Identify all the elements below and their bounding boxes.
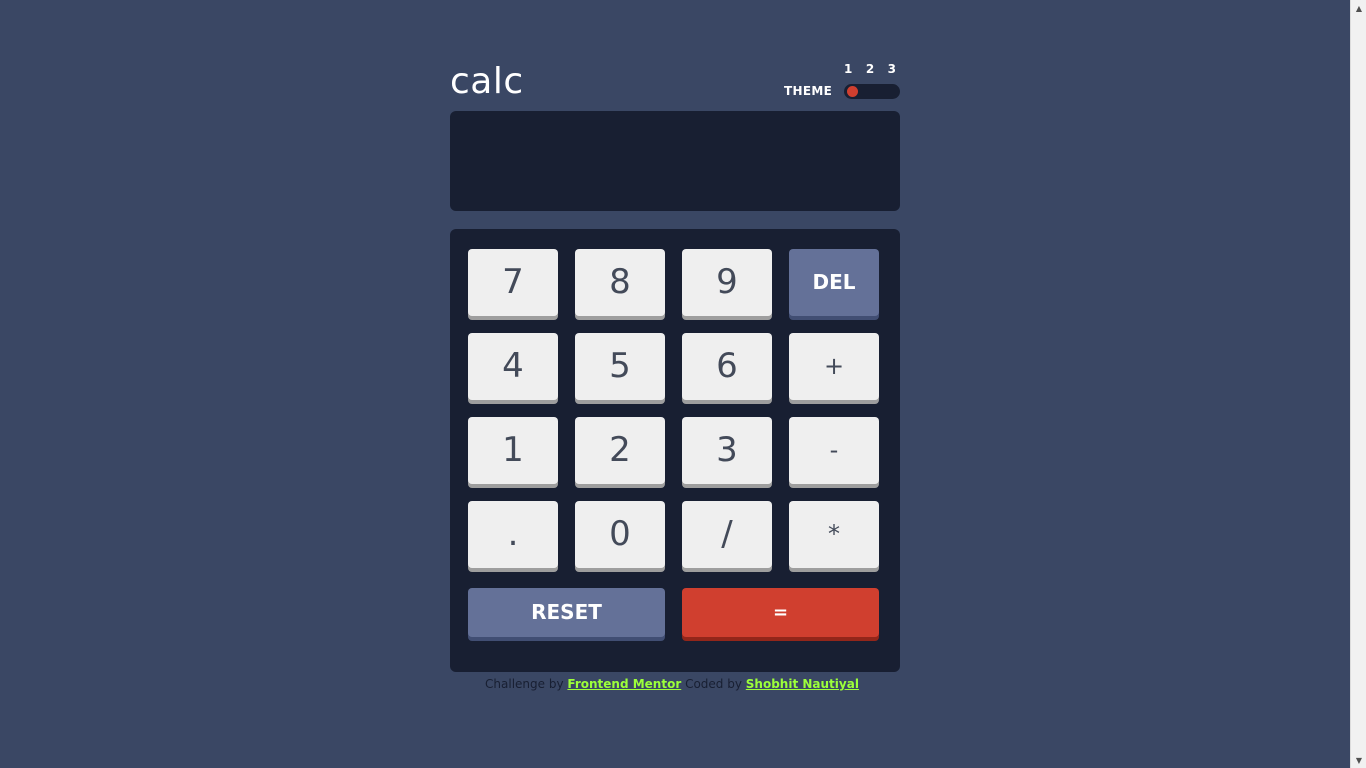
subtract-button[interactable]: - — [789, 417, 879, 484]
keypad: 7 8 9 DEL 4 5 6 + 1 2 3 - . 0 / * RESET … — [450, 229, 900, 672]
divide-button[interactable]: / — [682, 501, 772, 568]
vertical-scrollbar[interactable]: ▲ ▼ — [1350, 0, 1366, 768]
calculator: calc THEME 1 2 3 7 8 9 DEL 4 5 6 + 1 2 3… — [450, 56, 900, 672]
calculator-display — [450, 111, 900, 211]
theme-numbers: 1 2 3 — [844, 62, 896, 76]
theme-toggle[interactable] — [844, 84, 900, 99]
key-2[interactable]: 2 — [575, 417, 665, 484]
attribution-prefix: Challenge by — [485, 677, 564, 691]
author-link[interactable]: Shobhit Nautiyal — [746, 677, 859, 691]
key-8[interactable]: 8 — [575, 249, 665, 316]
theme-option-3[interactable]: 3 — [888, 62, 896, 76]
multiply-button[interactable]: * — [789, 501, 879, 568]
delete-button[interactable]: DEL — [789, 249, 879, 316]
key-1[interactable]: 1 — [468, 417, 558, 484]
key-3[interactable]: 3 — [682, 417, 772, 484]
add-button[interactable]: + — [789, 333, 879, 400]
calculator-header: calc THEME 1 2 3 — [450, 56, 900, 111]
page: calc THEME 1 2 3 7 8 9 DEL 4 5 6 + 1 2 3… — [0, 0, 1366, 768]
key-4[interactable]: 4 — [468, 333, 558, 400]
app-title: calc — [450, 61, 524, 102]
key-0[interactable]: 0 — [575, 501, 665, 568]
scroll-up-arrow-icon[interactable]: ▲ — [1351, 0, 1366, 16]
theme-switcher: THEME 1 2 3 — [780, 62, 900, 102]
scroll-down-arrow-icon[interactable]: ▼ — [1351, 752, 1366, 768]
key-5[interactable]: 5 — [575, 333, 665, 400]
frontend-mentor-link[interactable]: Frontend Mentor — [567, 677, 681, 691]
key-9[interactable]: 9 — [682, 249, 772, 316]
decimal-button[interactable]: . — [468, 501, 558, 568]
key-7[interactable]: 7 — [468, 249, 558, 316]
keypad-bottom-row: RESET = — [468, 588, 882, 637]
theme-option-1[interactable]: 1 — [844, 62, 852, 76]
theme-toggle-knob[interactable] — [847, 86, 858, 97]
reset-button[interactable]: RESET — [468, 588, 665, 637]
theme-label: THEME — [784, 84, 833, 98]
keypad-grid: 7 8 9 DEL 4 5 6 + 1 2 3 - . 0 / * — [468, 249, 882, 568]
attribution: Challenge by Frontend Mentor Coded by Sh… — [0, 677, 1344, 691]
theme-option-2[interactable]: 2 — [866, 62, 874, 76]
equals-button[interactable]: = — [682, 588, 879, 637]
attribution-middle: Coded by — [685, 677, 742, 691]
key-6[interactable]: 6 — [682, 333, 772, 400]
